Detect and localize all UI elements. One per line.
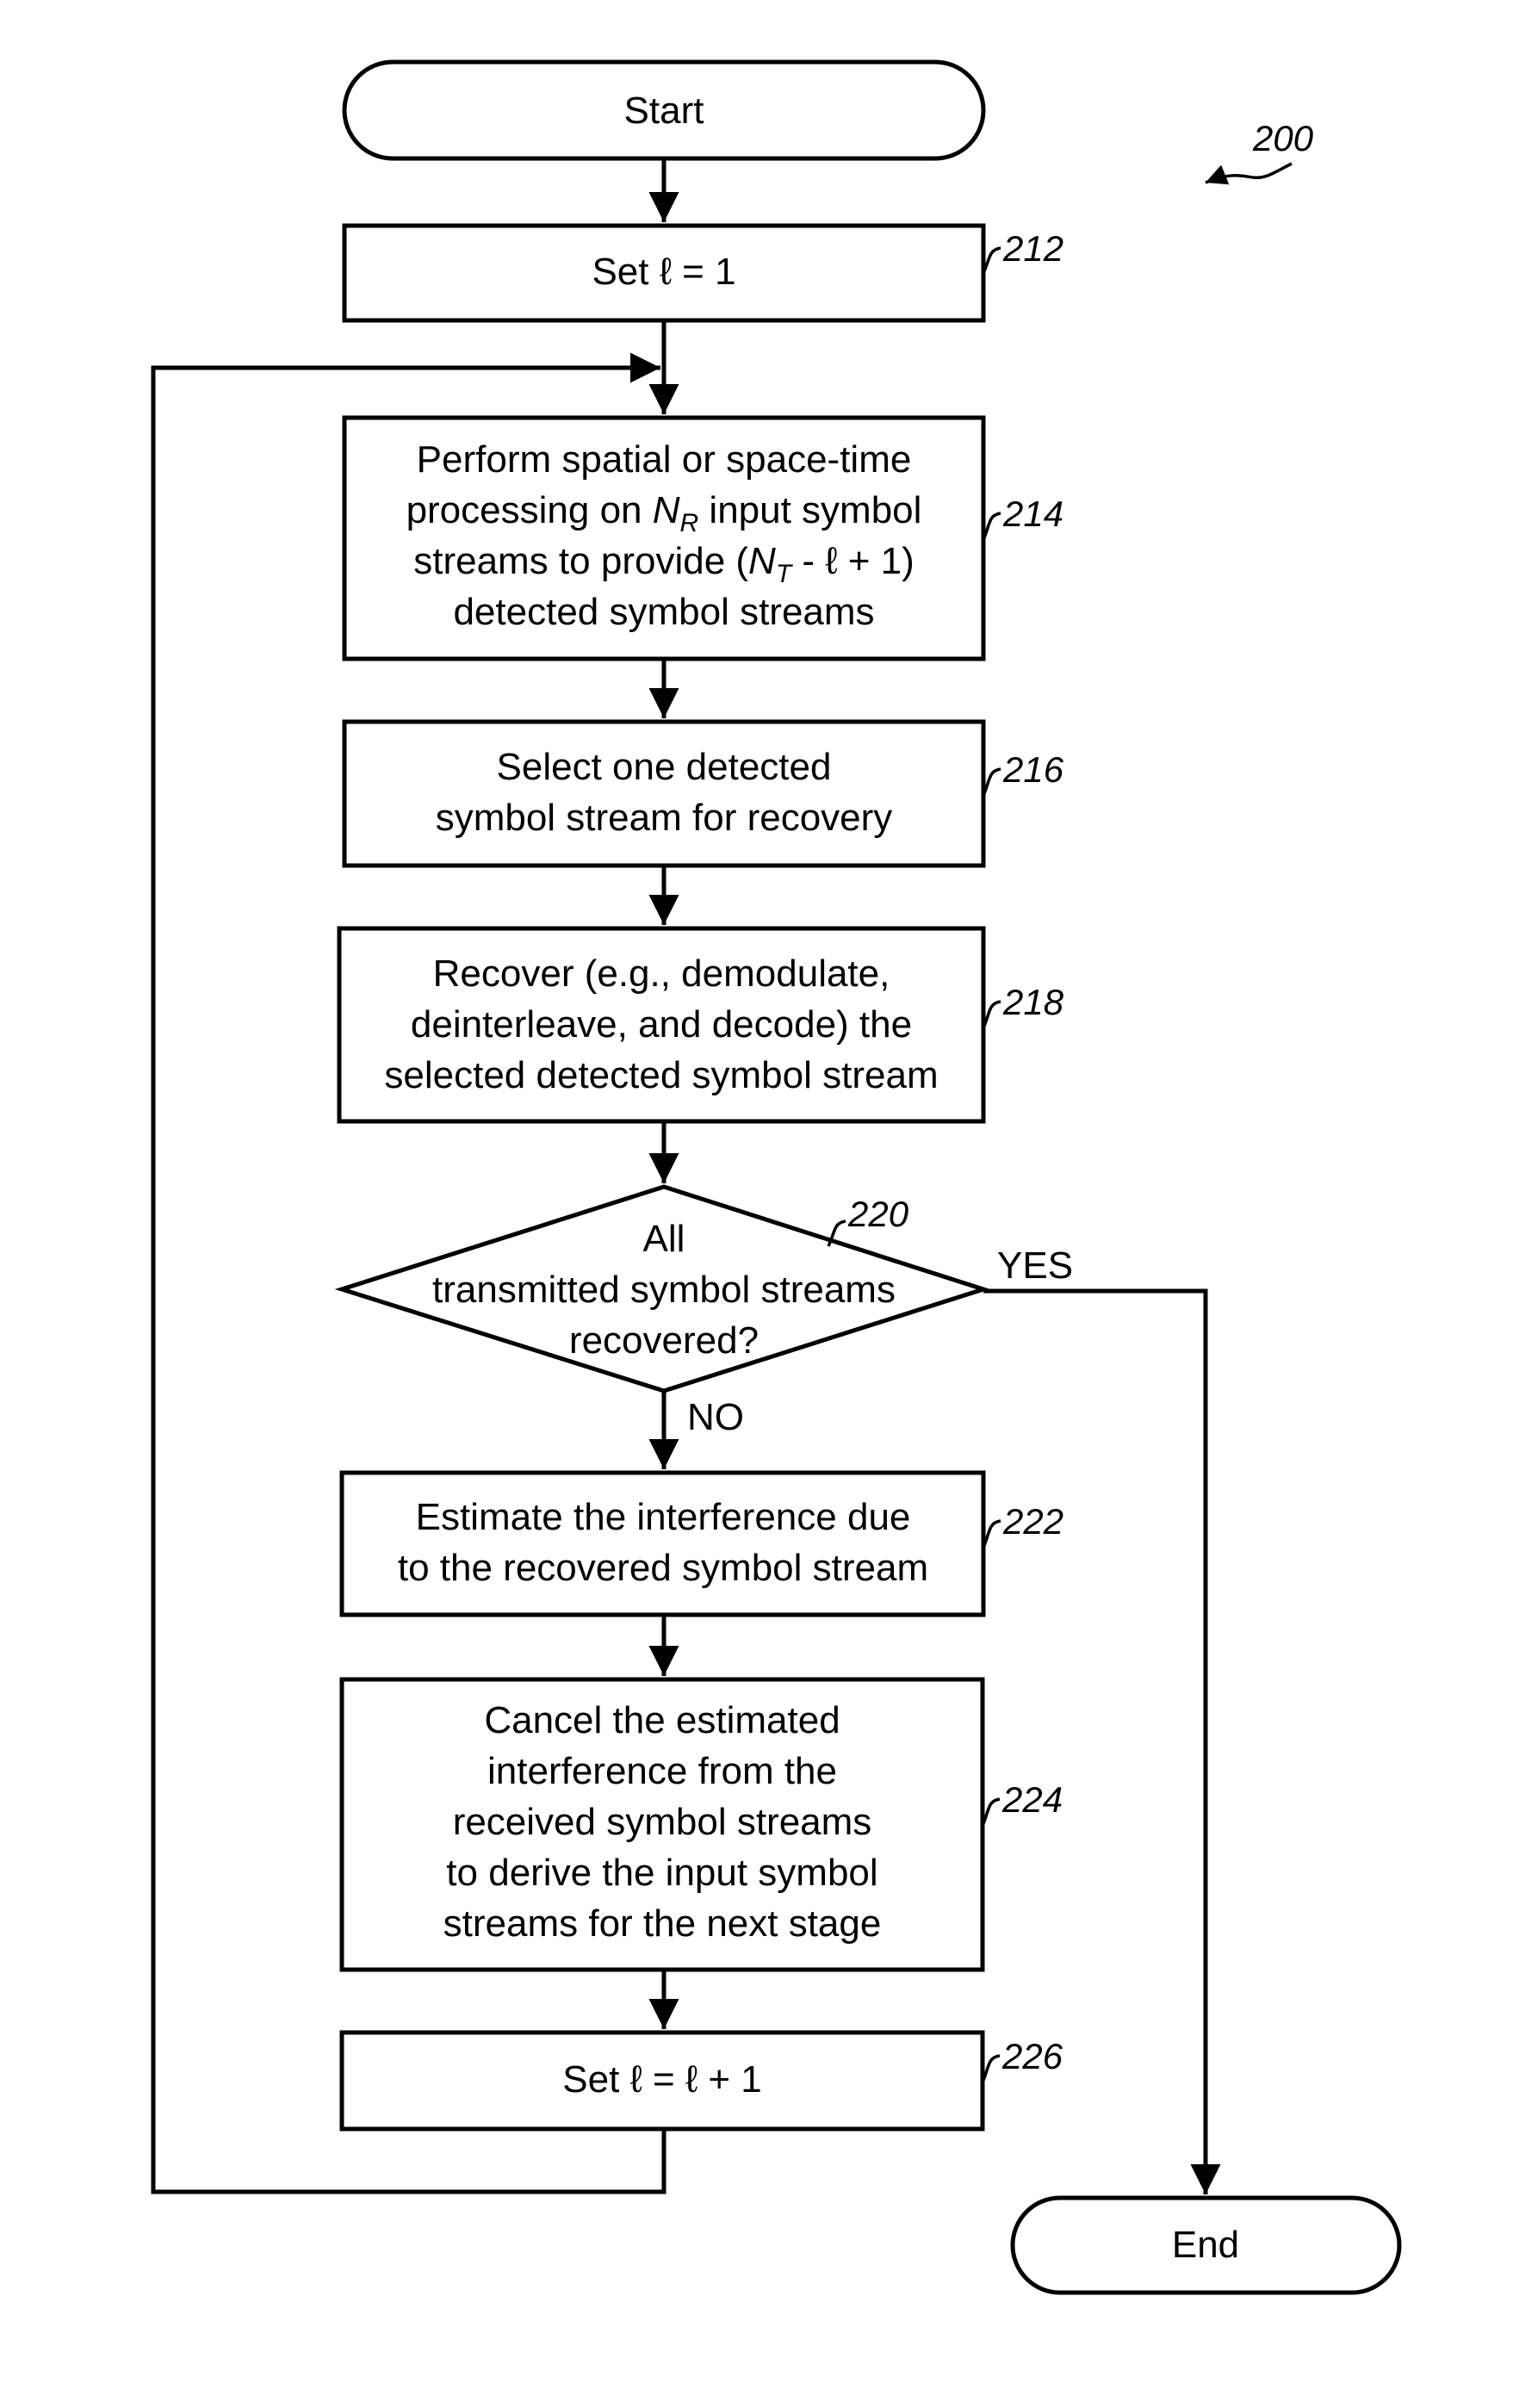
step-226-label: Set ℓ = ℓ + 1	[562, 2058, 761, 2101]
step-212-set-l-1[interactable]: Set ℓ = 1	[342, 223, 986, 323]
yes-label: YES	[997, 1244, 1073, 1287]
ref-218-leader	[982, 1000, 1001, 1029]
step-222-estimate-interference[interactable]: Estimate the interference due to the rec…	[339, 1470, 986, 1617]
step-224-line-3: received symbol streams	[453, 1801, 872, 1843]
ref-220: 220	[827, 1194, 909, 1247]
decision-220-line-3: recovered?	[569, 1319, 759, 1362]
step-216-line-2: symbol stream for recovery	[436, 797, 893, 839]
step-214-line-3b: - ℓ + 1)	[791, 540, 914, 582]
ref-214-number: 214	[1002, 493, 1063, 534]
ref-218-number: 218	[1002, 982, 1064, 1022]
ref-224: 224	[981, 1779, 1063, 1827]
start-terminal[interactable]: Start	[342, 59, 986, 161]
ref-212: 212	[982, 228, 1063, 274]
no-label: NO	[687, 1396, 744, 1438]
step-224-cancel-interference[interactable]: Cancel the estimated interference from t…	[339, 1677, 985, 1972]
ref-218: 218	[982, 982, 1064, 1029]
step-212-label: Set ℓ = 1	[592, 251, 735, 293]
step-214-line-3a: streams to provide (	[413, 540, 748, 582]
ref-214: 214	[982, 493, 1063, 541]
ref-214-leader	[982, 512, 1001, 541]
ref-216-number: 216	[1002, 749, 1064, 790]
subscript-r: R	[680, 509, 699, 537]
flowchart: 200 Start Set ℓ = 1 212 Perform spatial …	[151, 59, 1402, 2295]
step-214-line-2b: input symbol	[698, 489, 921, 531]
step-218-line-3: selected detected symbol stream	[384, 1054, 938, 1096]
ref-212-leader	[982, 246, 1001, 274]
step-216-box	[342, 719, 986, 868]
figure-number: 200	[1252, 118, 1314, 158]
step-214-line-4: detected symbol streams	[453, 591, 874, 633]
end-terminal[interactable]: End	[1010, 2195, 1402, 2295]
step-224-line-1: Cancel the estimated	[484, 1699, 840, 1741]
ref-226-number: 226	[1001, 2036, 1063, 2076]
step-222-box	[339, 1470, 986, 1617]
ref-224-number: 224	[1001, 1779, 1063, 1820]
step-224-line-5: streams for the next stage	[443, 1902, 882, 1945]
step-214-line-1: Perform spatial or space-time	[417, 438, 912, 481]
ref-224-leader	[981, 1797, 1001, 1827]
step-216-select-stream[interactable]: Select one detected symbol stream for re…	[342, 719, 986, 868]
ref-226-leader	[981, 2054, 1001, 2083]
step-226-increment-l[interactable]: Set ℓ = ℓ + 1	[339, 2030, 985, 2132]
ref-220-number: 220	[847, 1194, 909, 1234]
var-n-r: N	[653, 489, 680, 531]
end-label: End	[1172, 2224, 1239, 2266]
ref-216-leader	[982, 767, 1001, 797]
step-222-line-2: to the recovered symbol stream	[398, 1547, 928, 1589]
ref-226: 226	[981, 2036, 1063, 2083]
step-218-recover-stream[interactable]: Recover (e.g., demodulate, deinterleave,…	[337, 926, 986, 1124]
step-218-line-2: deinterleave, and decode) the	[411, 1003, 912, 1046]
step-214-line-3: streams to provide (NT - ℓ + 1)	[413, 540, 914, 588]
ref-222: 222	[982, 1501, 1063, 1548]
start-label: Start	[624, 90, 704, 132]
decision-220-line-1: All	[643, 1218, 685, 1260]
step-224-line-2: interference from the	[487, 1750, 837, 1792]
var-n-t: N	[748, 540, 776, 582]
ref-212-number: 212	[1002, 228, 1063, 269]
step-224-line-4: to derive the input symbol	[446, 1852, 877, 1894]
step-218-line-1: Recover (e.g., demodulate,	[433, 953, 890, 995]
step-216-line-1: Select one detected	[497, 746, 832, 788]
ref-222-leader	[982, 1519, 1001, 1548]
figure-pointer-arrow	[1205, 162, 1293, 185]
step-214-spatial-processing[interactable]: Perform spatial or space-time processing…	[342, 415, 986, 661]
step-214-line-2a: processing on	[406, 489, 653, 531]
decision-220-line-2: transmitted symbol streams	[432, 1269, 896, 1311]
step-214-line-2: processing on NR input symbol	[406, 489, 922, 537]
figure-reference: 200	[1205, 118, 1314, 185]
step-222-line-1: Estimate the interference due	[416, 1496, 911, 1538]
ref-222-number: 222	[1002, 1501, 1063, 1542]
ref-216: 216	[982, 749, 1064, 797]
